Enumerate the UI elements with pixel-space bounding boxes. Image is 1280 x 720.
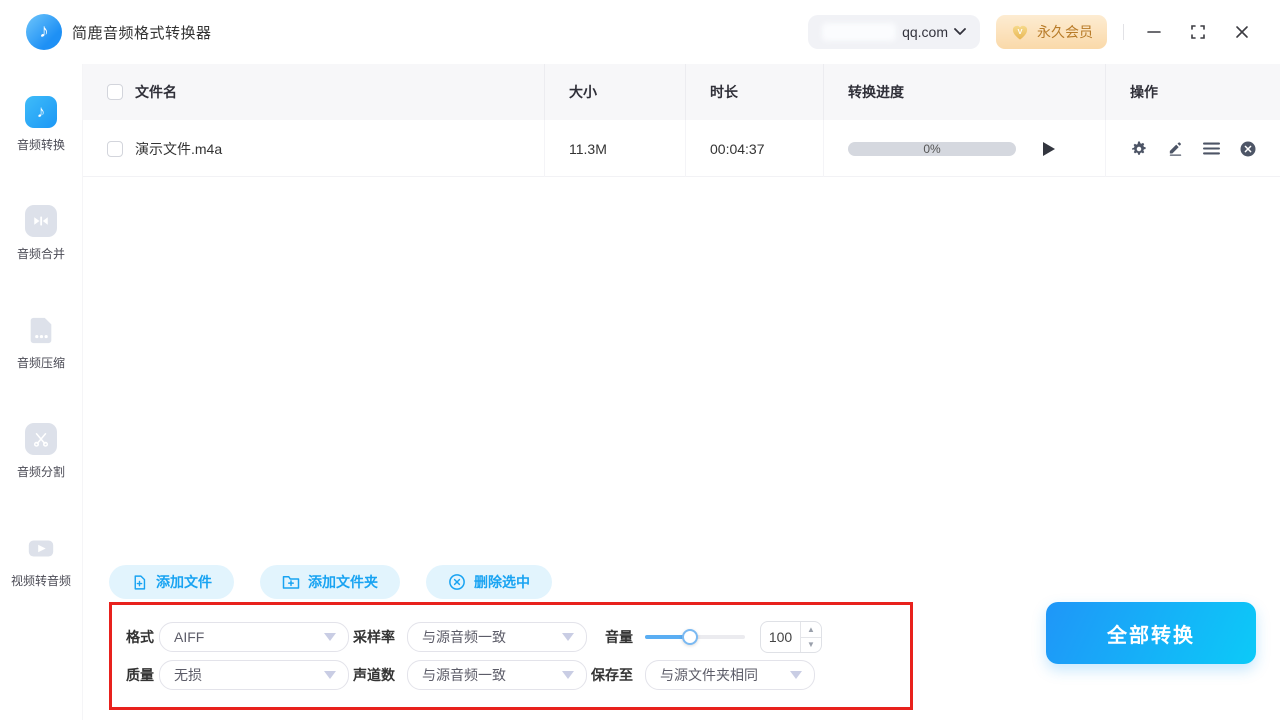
dropdown-caret-icon [790, 671, 802, 679]
merge-icon [24, 205, 57, 237]
dropdown-caret-icon [324, 633, 336, 641]
maximize-button[interactable] [1184, 18, 1212, 46]
format-value: AIFF [174, 629, 205, 645]
sidebar: ♪ 音频转换 音频合并 音频压缩 音频分割 视频转音频 [0, 64, 82, 720]
quality-value: 无损 [174, 667, 202, 683]
hamburger-icon [1203, 142, 1220, 155]
save-to-value: 与源文件夹相同 [660, 667, 758, 683]
progress-percent: 0% [923, 141, 941, 156]
channels-value: 与源音频一致 [422, 667, 506, 683]
row-details-button[interactable] [1203, 141, 1220, 156]
file-duration: 00:04:37 [710, 140, 765, 157]
music-note-icon: ♪ [24, 96, 57, 128]
spinner-up-button[interactable]: ▲ [801, 622, 821, 638]
app-title: 简鹿音频格式转换器 [72, 24, 212, 42]
format-label: 格式 [126, 629, 154, 645]
vip-badge[interactable]: V 永久会员 [996, 15, 1107, 49]
channels-dropdown[interactable]: 与源音频一致 [407, 660, 587, 690]
progress-bar: 0% [848, 141, 1016, 156]
dropdown-caret-icon [562, 671, 574, 679]
minimize-button[interactable] [1140, 18, 1168, 46]
close-icon [1236, 26, 1248, 38]
svg-text:V: V [1017, 27, 1022, 36]
row-edit-button[interactable] [1167, 140, 1184, 157]
quality-label: 质量 [126, 667, 154, 683]
sidebar-item-audio-convert[interactable]: ♪ 音频转换 [17, 96, 65, 153]
add-folder-label: 添加文件夹 [308, 574, 378, 590]
file-list-empty-area [83, 177, 1280, 565]
sidebar-item-audio-compress[interactable]: 音频压缩 [17, 314, 65, 371]
account-email-domain: qq.com [902, 24, 948, 40]
minimize-icon [1147, 31, 1161, 33]
spinner-down-button[interactable]: ▼ [801, 638, 821, 653]
scissors-icon [24, 423, 57, 455]
title-bar: ♪ 简鹿音频格式转换器 qq.com V 永久会员 [0, 0, 1280, 64]
column-actions: 操作 [1130, 84, 1158, 100]
volume-spinner[interactable]: 100 ▲ ▼ [760, 621, 822, 653]
volume-value: 100 [768, 629, 793, 645]
sidebar-item-video-to-audio[interactable]: 视频转音频 [11, 532, 71, 589]
pencil-icon [1169, 142, 1182, 156]
titlebar-divider [1123, 24, 1124, 40]
sample-rate-value: 与源音频一致 [422, 629, 506, 645]
delete-selected-button[interactable]: 删除选中 [426, 565, 552, 599]
format-dropdown[interactable]: AIFF [159, 622, 349, 652]
sidebar-item-audio-merge[interactable]: 音频合并 [17, 205, 65, 262]
add-file-button[interactable]: 添加文件 [109, 565, 234, 599]
volume-label: 音量 [605, 629, 633, 645]
add-folder-icon [282, 576, 300, 589]
vip-label: 永久会员 [1037, 24, 1093, 40]
sidebar-item-label: 音频转换 [16, 138, 65, 152]
file-size: 11.3M [569, 140, 607, 157]
dropdown-caret-icon [562, 633, 574, 641]
sidebar-item-label: 音频压缩 [16, 356, 65, 370]
sidebar-item-label: 音频合并 [16, 247, 65, 261]
app-logo-music-icon: ♪ [26, 14, 62, 50]
sidebar-item-label: 音频分割 [16, 465, 65, 479]
sidebar-item-audio-split[interactable]: 音频分割 [17, 423, 65, 480]
close-circle-icon [1240, 141, 1256, 156]
account-email-blurred [822, 23, 897, 41]
save-to-label: 保存至 [591, 667, 633, 683]
table-row: 演示文件.m4a 11.3M 00:04:37 0% [83, 120, 1280, 177]
add-file-label: 添加文件 [156, 574, 212, 590]
video-camera-icon [25, 532, 57, 564]
row-settings-button[interactable] [1130, 140, 1148, 158]
column-filename: 文件名 [135, 84, 177, 100]
sample-rate-label: 采样率 [353, 629, 395, 645]
column-size: 大小 [569, 84, 597, 100]
sample-rate-dropdown[interactable]: 与源音频一致 [407, 622, 587, 652]
compress-file-icon [25, 314, 57, 346]
vip-gem-icon: V [1012, 25, 1028, 40]
volume-slider[interactable] [645, 629, 745, 645]
column-progress: 转换进度 [848, 84, 904, 100]
save-to-dropdown[interactable]: 与源文件夹相同 [645, 660, 815, 690]
delete-selected-label: 删除选中 [474, 574, 530, 590]
channels-label: 声道数 [353, 667, 395, 683]
account-dropdown[interactable]: qq.com [808, 15, 980, 49]
row-checkbox[interactable] [107, 140, 123, 157]
file-name: 演示文件.m4a [135, 140, 223, 157]
play-button[interactable] [1042, 141, 1056, 157]
add-file-icon [134, 574, 146, 590]
select-all-checkbox[interactable] [107, 84, 123, 100]
convert-all-button[interactable]: 全部转换 [1046, 602, 1256, 664]
chevron-down-icon [954, 28, 966, 35]
delete-circle-icon [449, 574, 465, 590]
play-icon [1043, 141, 1055, 156]
column-duration: 时长 [710, 84, 738, 100]
file-table-header: 文件名 大小 时长 转换进度 操作 [83, 64, 1280, 120]
maximize-icon [1191, 25, 1205, 39]
dropdown-caret-icon [324, 671, 336, 679]
sidebar-item-label: 视频转音频 [10, 574, 71, 588]
row-remove-button[interactable] [1239, 140, 1257, 158]
gear-icon [1132, 141, 1146, 155]
toolbar: 添加文件 添加文件夹 删除选中 [109, 565, 1280, 599]
close-button[interactable] [1228, 18, 1256, 46]
conversion-settings-panel-highlighted: 格式 AIFF 采样率 与源音频一致 音量 100 ▲ ▼ 质量 无损 声道数 … [109, 602, 913, 710]
slider-thumb[interactable] [682, 629, 698, 645]
add-folder-button[interactable]: 添加文件夹 [260, 565, 400, 599]
quality-dropdown[interactable]: 无损 [159, 660, 349, 690]
